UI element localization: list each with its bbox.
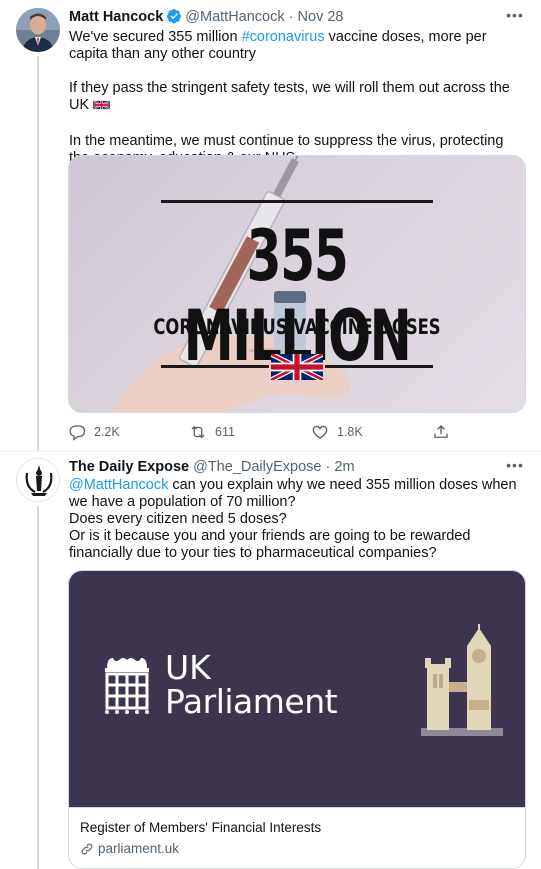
image-subline: CORONAVIRUS VACCINE DOSES (153, 315, 441, 339)
avatar-image (16, 8, 60, 52)
tweet-actions: 2.2K 611 1.8K (68, 422, 468, 442)
thread-line (37, 56, 39, 452)
uk-flag-icon (271, 352, 323, 387)
tweet-header: The Daily Expose @The_DailyExpose · 2m (69, 457, 525, 477)
share-icon (434, 425, 448, 438)
link-card-footer[interactable]: Register of Members' Financial Interests… (69, 807, 525, 868)
westminster-illustration-icon (421, 624, 503, 736)
avatar[interactable] (16, 458, 60, 502)
author-handle[interactable]: @The_DailyExpose (193, 459, 321, 475)
retweet-button[interactable]: 611 (189, 422, 235, 442)
daily-expose-logo-icon (18, 460, 59, 501)
more-options-icon[interactable]: ••• (505, 458, 525, 478)
reply-button[interactable]: 2.2K (68, 422, 120, 442)
thread-line (37, 506, 39, 869)
author-name[interactable]: The Daily Expose (69, 459, 189, 475)
hashtag-link[interactable]: #coronavirus (242, 29, 325, 45)
image-bottom-rule-left (161, 365, 269, 368)
link-card-domain-row[interactable]: parliament.uk (80, 840, 514, 858)
tweet-image[interactable]: 355 MILLION CORONAVIRUS VACCINE DOSES (68, 155, 526, 413)
link-card-domain: parliament.uk (98, 841, 180, 856)
reply-count: 2.2K (94, 425, 120, 439)
author-name[interactable]: Matt Hancock (69, 9, 163, 25)
share-button[interactable] (432, 422, 450, 442)
image-top-rule (161, 200, 433, 203)
link-card-image: UK Parliament (69, 571, 525, 809)
avatar[interactable] (16, 8, 60, 52)
heart-icon (312, 425, 328, 439)
brand-line-2: Parliament (165, 682, 338, 721)
tweet-timestamp[interactable]: Nov 28 (298, 9, 344, 25)
tweet-header: Matt Hancock @MattHancock · Nov 28 (69, 7, 525, 27)
reply-icon (69, 425, 86, 441)
tweet-line-3: Or is it because you and your friends ar… (69, 528, 471, 561)
link-card-title[interactable]: Register of Members' Financial Interests (80, 819, 514, 837)
brand-line-1: UK (165, 648, 211, 687)
retweet-icon (191, 425, 205, 439)
link-icon (81, 843, 93, 855)
verified-badge-icon (166, 8, 182, 24)
link-card[interactable]: UK Parliament Register of Members' Finan… (68, 570, 526, 869)
tweet-line-2: Does every citizen need 5 doses? (69, 511, 287, 527)
tweet-matt-hancock[interactable]: Matt Hancock @MattHancock · Nov 28 ••• We… (0, 0, 541, 452)
tweet-timestamp[interactable]: 2m (334, 459, 354, 475)
more-options-icon[interactable]: ••• (505, 8, 525, 28)
tweet-text-part: We've secured 355 million (69, 29, 242, 45)
like-count: 1.8K (337, 425, 363, 439)
tweet-text: We've secured 355 million #coronavirus v… (69, 29, 527, 167)
uk-flag-emoji-icon (93, 99, 111, 116)
tweet-paragraph-2: If they pass the stringent safety tests,… (69, 80, 510, 113)
image-bottom-rule-right (325, 365, 433, 368)
tweet-text: @MattHancock can you explain why we need… (69, 477, 527, 562)
retweet-count: 611 (215, 425, 235, 439)
like-button[interactable]: 1.8K (311, 422, 363, 442)
author-handle[interactable]: @MattHancock (185, 9, 284, 25)
mention-link[interactable]: @MattHancock (69, 477, 168, 493)
header-separator: · (288, 9, 294, 25)
portcullis-logo-icon (105, 658, 149, 714)
tweet-daily-expose[interactable]: The Daily Expose @The_DailyExpose · 2m •… (0, 452, 541, 869)
